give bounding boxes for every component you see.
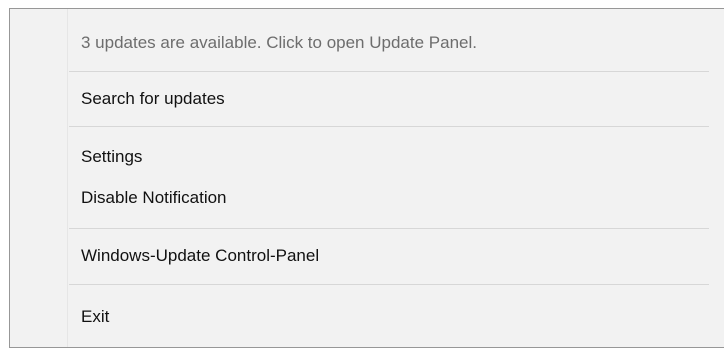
context-menu: 3 updates are available. Click to open U… (9, 8, 724, 348)
menu-item-search-for-updates[interactable]: Search for updates (69, 88, 709, 110)
menu-item-exit[interactable]: Exit (69, 306, 709, 328)
menu-item-disable-notification[interactable]: Disable Notification (69, 187, 709, 209)
icon-gutter (10, 9, 68, 347)
menu-item-updates-available[interactable]: 3 updates are available. Click to open U… (69, 32, 709, 54)
menu-item-settings[interactable]: Settings (69, 146, 709, 168)
menu-separator (69, 284, 709, 285)
menu-item-windows-update-control-panel[interactable]: Windows-Update Control-Panel (69, 245, 709, 267)
menu-separator (69, 126, 709, 127)
menu-separator (69, 71, 709, 72)
menu-separator (69, 228, 709, 229)
